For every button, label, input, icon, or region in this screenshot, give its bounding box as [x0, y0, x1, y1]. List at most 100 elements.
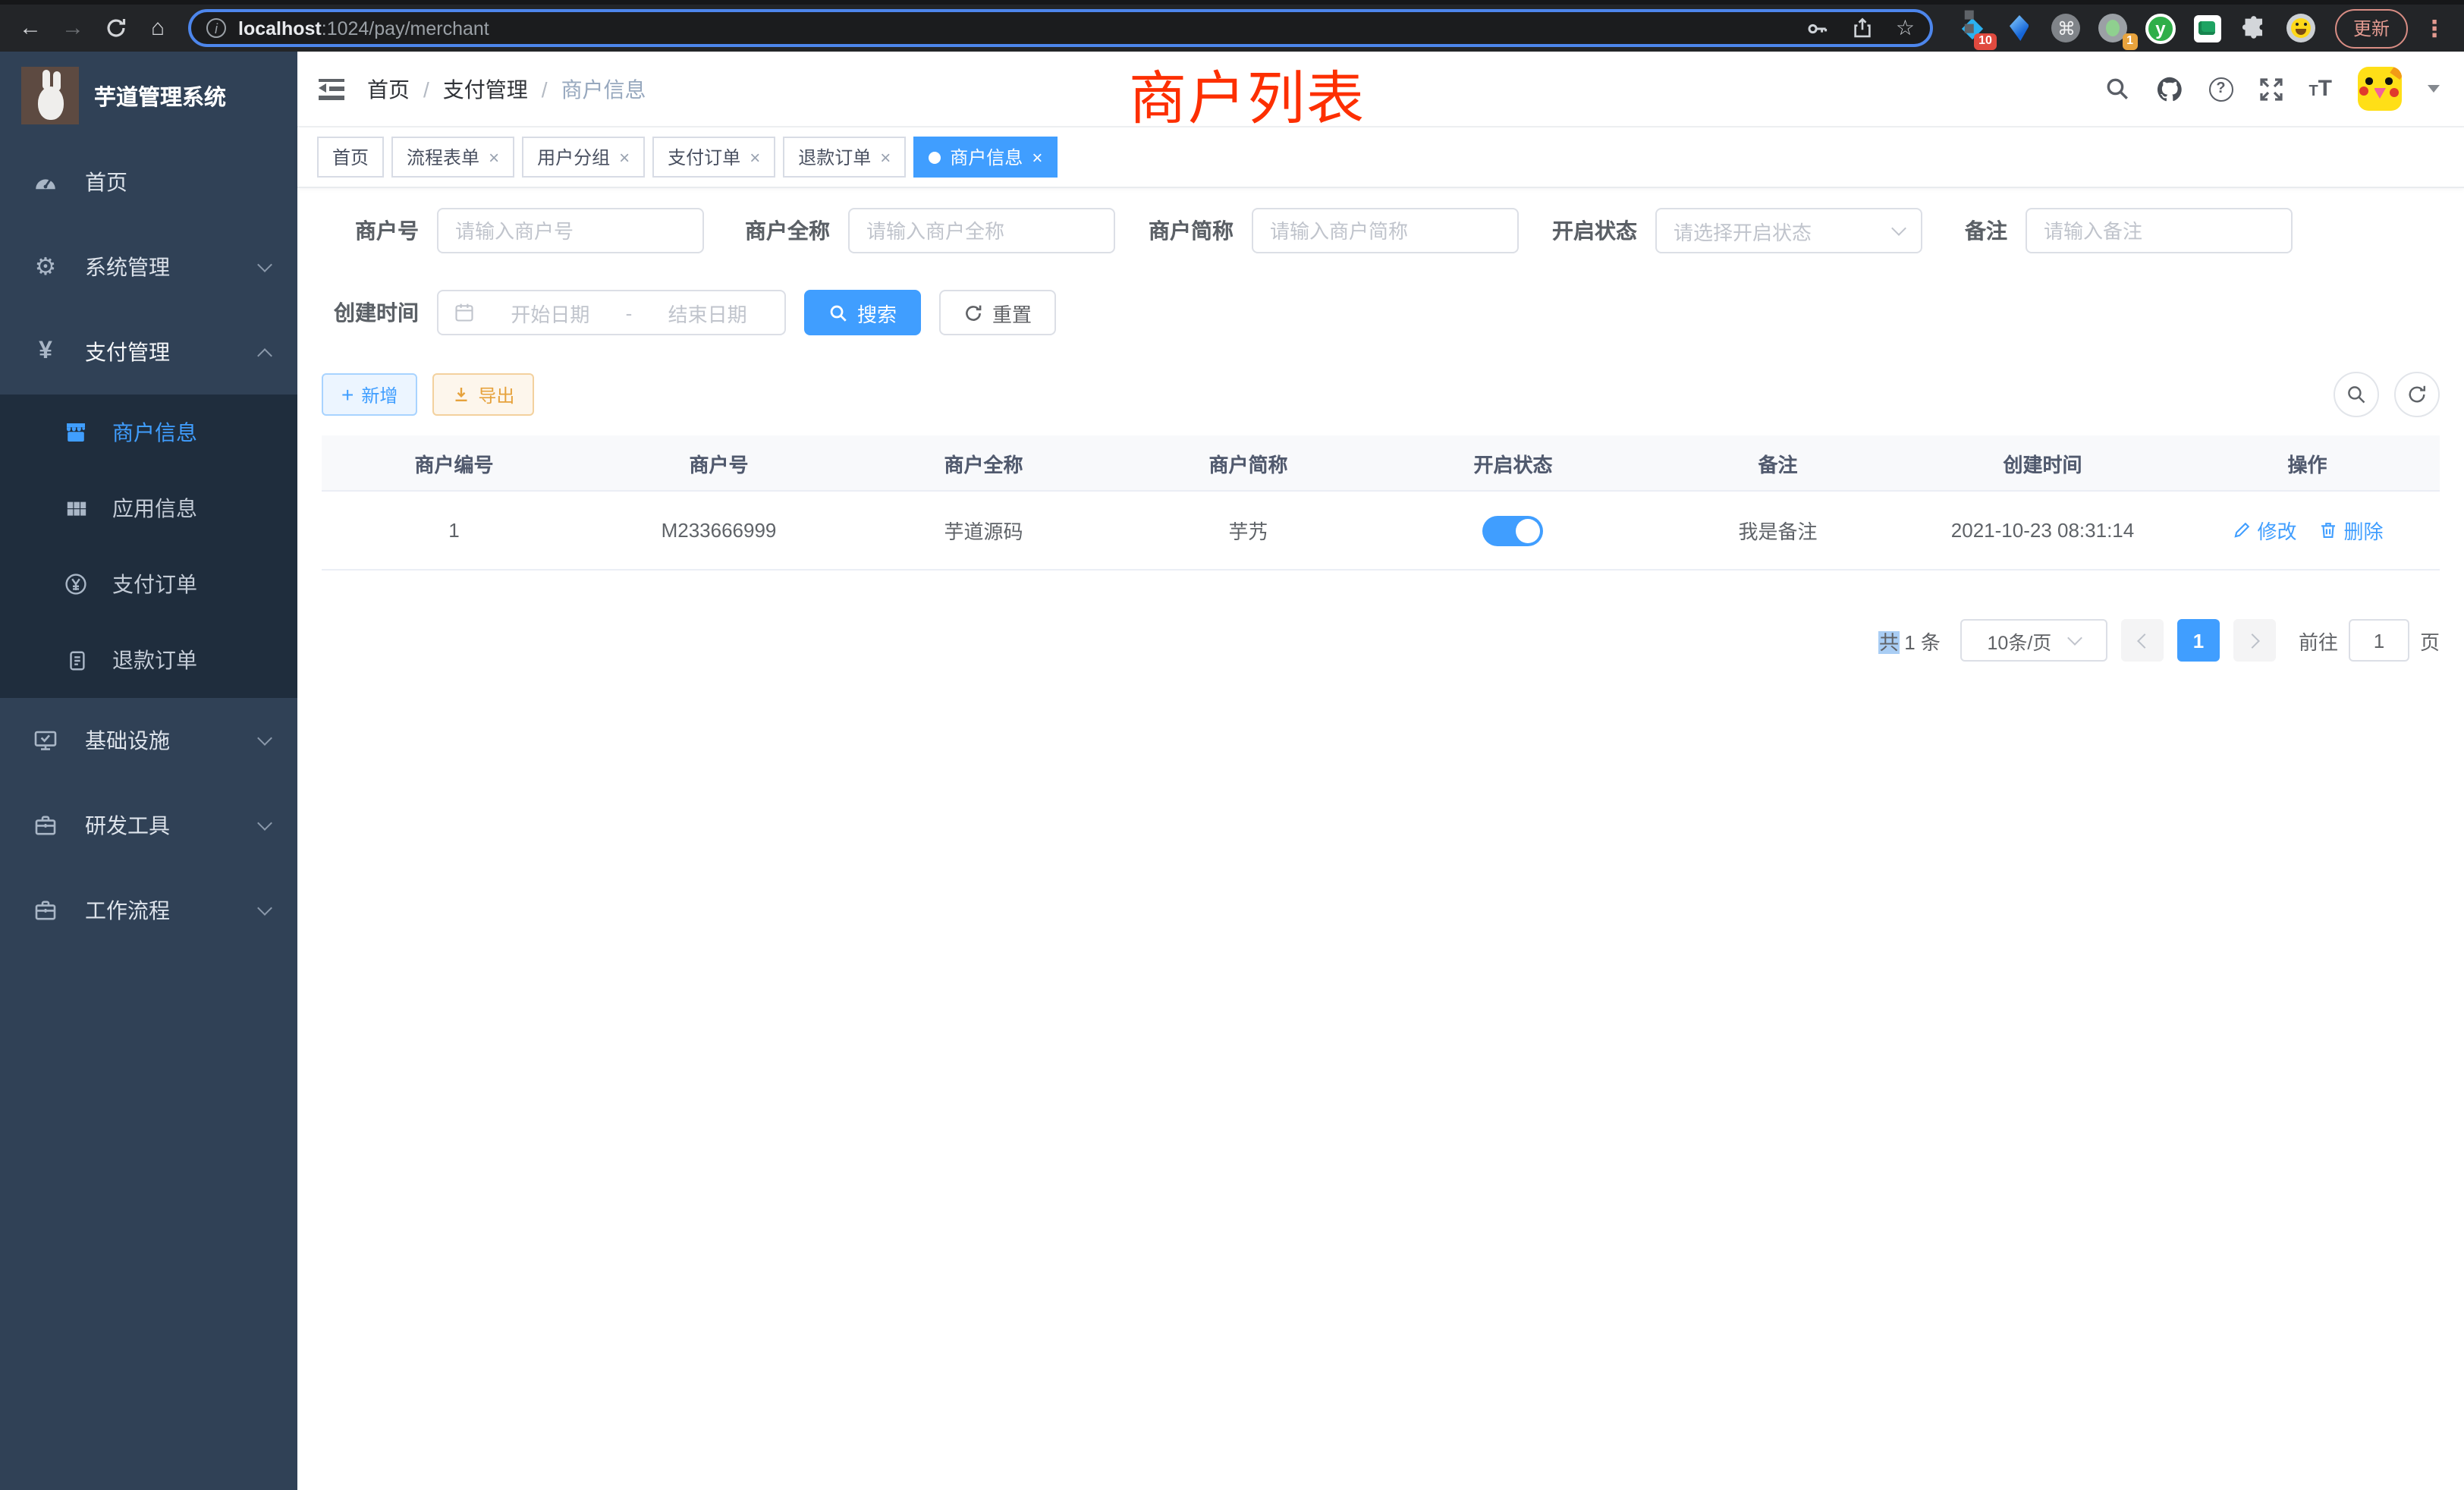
screen: ← → ⌂ i localhost:1024/pay/merchant ☆ 10	[0, 0, 2464, 1490]
briefcase-icon	[30, 813, 61, 838]
briefcase-icon	[30, 898, 61, 923]
create-time-label: 创建时间	[322, 297, 419, 328]
extension-y-icon[interactable]: y	[2145, 13, 2176, 43]
remark-input[interactable]	[2026, 208, 2293, 253]
sidebar-item-pay-order[interactable]: 支付订单	[0, 546, 297, 622]
merchant-no-input[interactable]	[437, 208, 704, 253]
active-dot	[929, 151, 941, 163]
cell-create-time: 2021-10-23 08:31:14	[1910, 519, 2175, 542]
add-button[interactable]: + 新增	[322, 373, 417, 416]
extension-diamond-icon[interactable]: 10	[1957, 13, 1988, 43]
refresh-button[interactable]	[2394, 372, 2440, 417]
chevron-down-icon	[257, 731, 272, 746]
header-search-icon[interactable]	[2104, 76, 2129, 102]
plus-icon: +	[341, 384, 354, 405]
home-icon[interactable]: ⌂	[140, 10, 176, 46]
sidebar-collapse-icon[interactable]	[319, 78, 344, 99]
url-text[interactable]: localhost:1024/pay/merchant	[238, 17, 1785, 39]
close-icon[interactable]: ×	[750, 148, 760, 166]
next-page-button[interactable]	[2233, 619, 2276, 662]
sidebar-item-label: 商户信息	[112, 417, 197, 448]
tab-merchant-info[interactable]: 商户信息×	[913, 137, 1058, 178]
fullscreen-icon[interactable]	[2258, 77, 2283, 101]
avatar-caret-icon[interactable]	[2428, 85, 2440, 93]
tab-pay-order[interactable]: 支付订单×	[652, 137, 775, 178]
chrome-update-button[interactable]: 更新	[2335, 8, 2408, 48]
sidebar-item-app-info[interactable]: 应用信息	[0, 470, 297, 546]
end-date-placeholder: 结束日期	[646, 298, 769, 327]
extension-kite-icon[interactable]	[2004, 13, 2035, 43]
page-size-select[interactable]: 10条/页	[1960, 619, 2107, 662]
extension-command-icon[interactable]: ⌘	[2051, 13, 2082, 43]
edit-pencil-icon	[2231, 520, 2251, 540]
sidebar-item-dev-tools[interactable]: 研发工具	[0, 783, 297, 868]
goto-page-input[interactable]	[2349, 619, 2409, 662]
sidebar-item-merchant-info[interactable]: 商户信息	[0, 395, 297, 470]
cell-short-name: 芋艿	[1116, 516, 1381, 545]
avatar[interactable]	[2358, 67, 2402, 111]
breadcrumb-payment[interactable]: 支付管理	[443, 74, 528, 104]
bookmark-star-icon[interactable]: ☆	[1896, 15, 1915, 41]
prev-page-button[interactable]	[2121, 619, 2164, 662]
create-time-range-picker[interactable]: 开始日期 - 结束日期	[437, 290, 786, 335]
col-header: 商户全称	[851, 448, 1116, 477]
sidebar-item-system[interactable]: ⚙ 系统管理	[0, 225, 297, 310]
short-name-input[interactable]	[1252, 208, 1519, 253]
sidebar-item-label: 工作流程	[85, 895, 235, 926]
sidebar-item-refund-order[interactable]: 退款订单	[0, 622, 297, 698]
site-info-icon[interactable]: i	[206, 18, 226, 38]
edit-link[interactable]: 修改	[2231, 516, 2296, 545]
tab-home[interactable]: 首页	[317, 137, 384, 178]
help-icon[interactable]: ?	[2208, 77, 2233, 101]
dashboard-icon	[30, 170, 61, 194]
password-key-icon[interactable]	[1806, 16, 1831, 40]
search-button[interactable]: 搜索	[804, 290, 921, 335]
chevron-down-icon	[257, 901, 272, 916]
annotation-merchant-list: 商户列表	[1129, 52, 1366, 135]
breadcrumb-home[interactable]: 首页	[367, 74, 410, 104]
full-name-label: 商户全称	[745, 215, 830, 246]
col-header: 商户简称	[1116, 448, 1381, 477]
close-icon[interactable]: ×	[619, 148, 630, 166]
tab-process-form[interactable]: 流程表单×	[391, 137, 514, 178]
address-bar[interactable]: i localhost:1024/pay/merchant ☆	[188, 9, 1933, 47]
sidebar-item-workflow[interactable]: 工作流程	[0, 868, 297, 953]
extension-tasks-icon[interactable]: 1	[2098, 13, 2129, 43]
page-unit-label: 页	[2420, 626, 2440, 655]
reload-icon[interactable]	[97, 10, 134, 46]
full-name-input[interactable]	[848, 208, 1115, 253]
tab-user-group[interactable]: 用户分组×	[522, 137, 645, 178]
export-button[interactable]: 导出	[432, 373, 534, 416]
status-select[interactable]: 请选择开启状态	[1655, 208, 1922, 253]
payment-submenu: 商户信息 应用信息 支付订单	[0, 395, 297, 698]
cell-full-name: 芋道源码	[851, 516, 1116, 545]
github-icon[interactable]	[2155, 75, 2183, 102]
extensions-puzzle-icon[interactable]	[2239, 13, 2270, 43]
sidebar-item-home[interactable]: 首页	[0, 140, 297, 225]
forward-icon[interactable]: →	[55, 10, 91, 46]
close-icon[interactable]: ×	[1032, 148, 1042, 166]
sidebar-item-infrastructure[interactable]: 基础设施	[0, 698, 297, 783]
cell-merchant-id: 1	[322, 519, 586, 542]
close-icon[interactable]: ×	[489, 148, 499, 166]
sidebar-item-payment[interactable]: ¥ 支付管理	[0, 310, 297, 395]
toggle-search-button[interactable]	[2334, 372, 2379, 417]
delete-link[interactable]: 删除	[2318, 516, 2384, 545]
page-number-button[interactable]: 1	[2177, 619, 2220, 662]
tab-refund-order[interactable]: 退款订单×	[783, 137, 906, 178]
url-path: :1024/pay/merchant	[322, 17, 489, 39]
status-toggle[interactable]	[1483, 515, 1544, 545]
extension-emoji-icon[interactable]	[2286, 13, 2317, 43]
cell-merchant-no: M233666999	[586, 519, 851, 542]
sidebar-item-label: 系统管理	[85, 252, 235, 282]
share-icon[interactable]	[1852, 17, 1875, 39]
font-size-icon[interactable]: TT	[2308, 77, 2332, 100]
back-icon[interactable]: ←	[12, 10, 49, 46]
reset-button[interactable]: 重置	[939, 290, 1056, 335]
close-icon[interactable]: ×	[880, 148, 891, 166]
extension-chat-icon[interactable]	[2192, 13, 2223, 43]
shop-icon	[61, 420, 91, 445]
browser-menu-icon[interactable]: ⋮	[2423, 14, 2446, 42]
col-header: 商户编号	[322, 448, 586, 477]
sidebar-item-label: 研发工具	[85, 810, 235, 841]
